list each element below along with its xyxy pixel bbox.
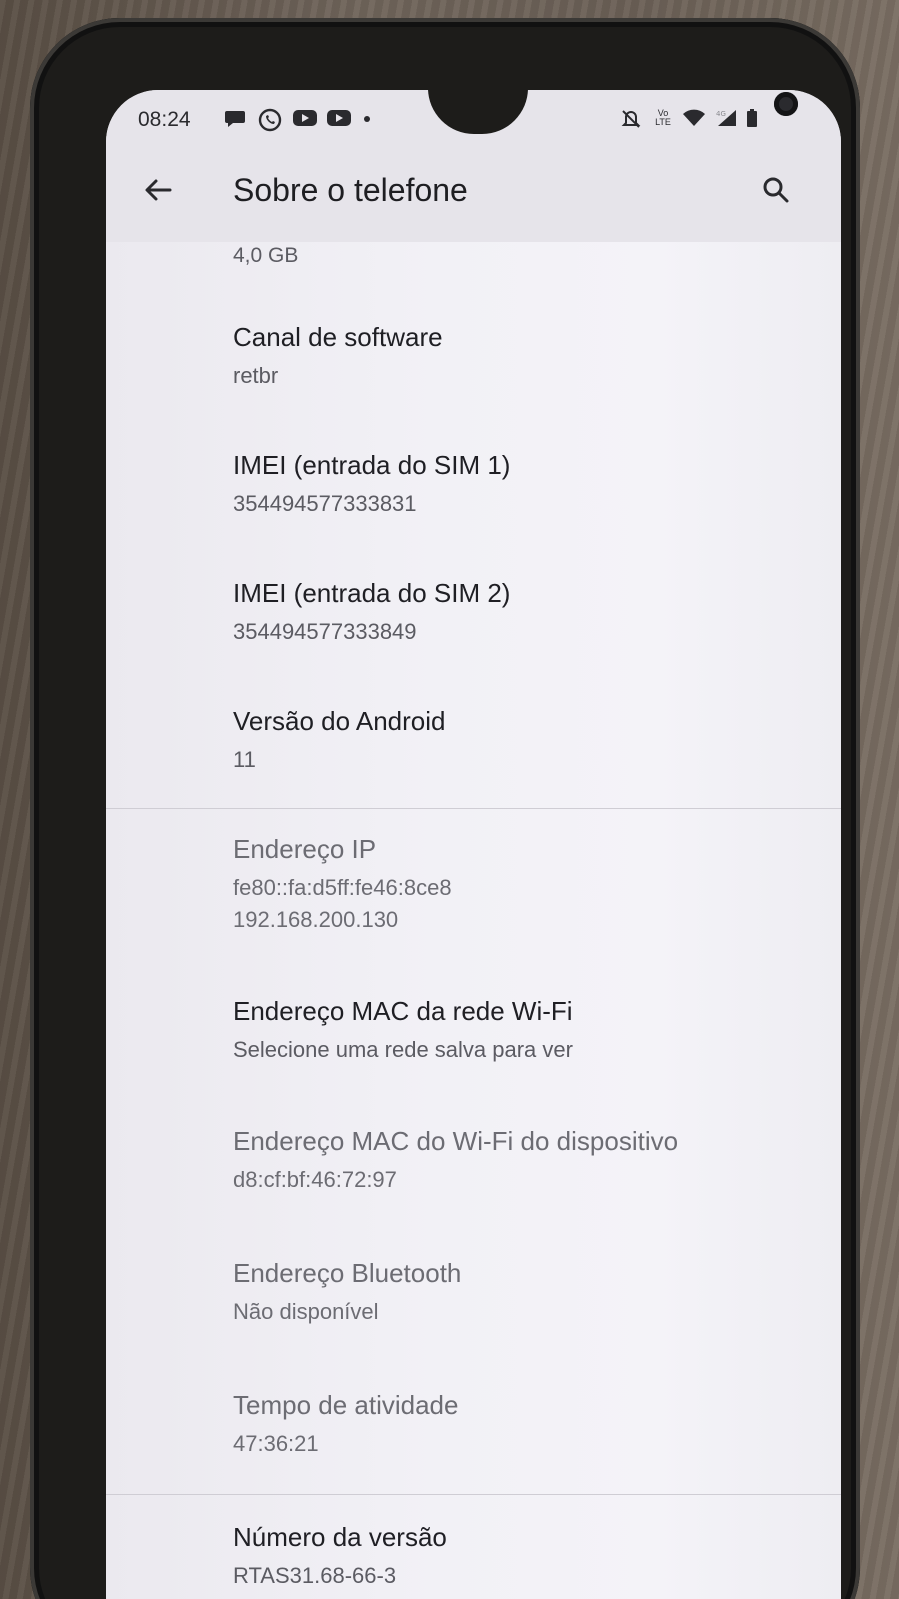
item-title: IMEI (entrada do SIM 1) bbox=[233, 450, 511, 480]
phone-frame: 08:24 Vo LTE 4G Sobre o telefone 4,0 GB … bbox=[30, 18, 860, 1599]
item-title: Endereço MAC da rede Wi-Fi bbox=[233, 996, 573, 1026]
signal-icon: 4G bbox=[714, 108, 738, 128]
item-title: Endereço MAC do Wi-Fi do dispositivo bbox=[233, 1126, 679, 1156]
bluetooth-address-item[interactable]: Endereço Bluetooth Não disponível bbox=[233, 1258, 813, 1327]
item-summary-secondary: 192.168.200.130 bbox=[233, 907, 399, 932]
uptime-item[interactable]: Tempo de atividade 47:36:21 bbox=[233, 1390, 813, 1459]
item-title: Endereço Bluetooth bbox=[233, 1258, 462, 1288]
volte-icon: Vo LTE bbox=[655, 108, 671, 127]
notification-icons bbox=[224, 108, 374, 132]
item-title: IMEI (entrada do SIM 2) bbox=[233, 578, 511, 608]
item-title: Versão do Android bbox=[233, 706, 446, 736]
item-title: Endereço IP bbox=[233, 834, 377, 864]
item-summary: Não disponível bbox=[233, 1299, 379, 1324]
page-title: Sobre o telefone bbox=[233, 172, 468, 208]
phone-screen: 08:24 Vo LTE 4G Sobre o telefone 4,0 GB … bbox=[106, 90, 841, 1599]
item-title: Tempo de atividade bbox=[233, 1390, 459, 1420]
imei-sim2-item[interactable]: IMEI (entrada do SIM 2) 354494577333849 bbox=[233, 578, 813, 647]
front-camera bbox=[774, 92, 798, 116]
svg-text:4G: 4G bbox=[716, 110, 726, 118]
item-summary: Selecione uma rede salva para ver bbox=[233, 1037, 573, 1062]
section-divider bbox=[106, 808, 841, 809]
item-summary: 354494577333849 bbox=[233, 619, 417, 644]
battery-icon bbox=[746, 108, 760, 128]
search-icon bbox=[761, 175, 791, 210]
youtube-icon bbox=[292, 108, 317, 128]
imei-sim1-item[interactable]: IMEI (entrada do SIM 1) 354494577333831 bbox=[233, 450, 813, 519]
item-title: Número da versão bbox=[233, 1522, 447, 1552]
build-number-item[interactable]: Número da versão RTAS31.68-66-3 bbox=[233, 1522, 813, 1591]
arrow-back-icon bbox=[142, 174, 174, 211]
item-title: Canal de software bbox=[233, 322, 443, 352]
item-summary: 47:36:21 bbox=[233, 1431, 319, 1456]
android-version-item[interactable]: Versão do Android 11 bbox=[233, 706, 813, 775]
youtube-icon bbox=[326, 108, 351, 128]
wifi-mac-device-item[interactable]: Endereço MAC do Wi-Fi do dispositivo d8:… bbox=[233, 1126, 813, 1195]
item-summary: fe80::fa:d5ff:fe46:8ce8 bbox=[233, 875, 452, 900]
system-status-icons: Vo LTE 4G bbox=[620, 108, 760, 128]
app-bar: Sobre o telefone bbox=[106, 150, 841, 242]
item-summary: d8:cf:bf:46:72:97 bbox=[233, 1167, 397, 1192]
item-summary: 11 bbox=[233, 747, 256, 772]
dot-icon bbox=[360, 108, 374, 128]
mute-icon bbox=[620, 108, 644, 128]
search-button[interactable] bbox=[754, 170, 798, 214]
item-summary: retbr bbox=[233, 363, 279, 388]
software-channel-item[interactable]: Canal de software retbr bbox=[233, 322, 813, 391]
back-button[interactable] bbox=[136, 170, 180, 214]
item-summary: 354494577333831 bbox=[233, 491, 417, 516]
wifi-mac-network-item[interactable]: Endereço MAC da rede Wi-Fi Selecione uma… bbox=[233, 996, 813, 1065]
ip-address-item[interactable]: Endereço IP fe80::fa:d5ff:fe46:8ce8 192.… bbox=[233, 834, 813, 935]
wifi-icon bbox=[682, 108, 706, 128]
item-summary: RTAS31.68-66-3 bbox=[233, 1563, 397, 1588]
status-time: 08:24 bbox=[138, 108, 191, 131]
whatsapp-icon bbox=[258, 108, 282, 132]
chat-bubble-icon bbox=[224, 108, 248, 128]
section-divider bbox=[106, 1494, 841, 1495]
memory-value: 4,0 GB bbox=[233, 244, 299, 267]
